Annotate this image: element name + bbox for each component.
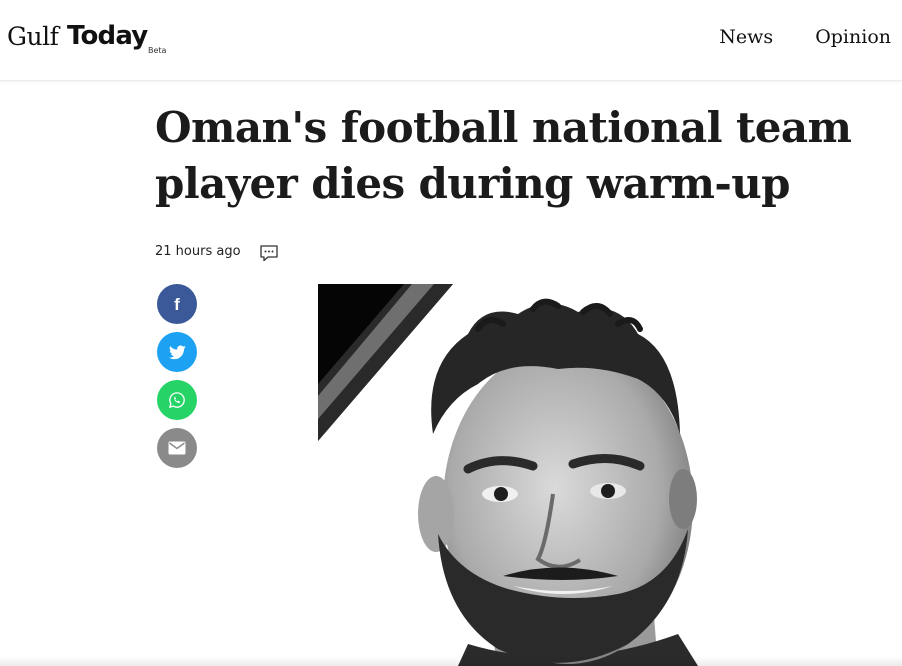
comment-icon[interactable] (259, 243, 279, 263)
email-icon (168, 441, 186, 455)
twitter-share-button[interactable] (157, 332, 197, 372)
whatsapp-share-button[interactable] (157, 380, 197, 420)
share-bar: f (157, 284, 197, 476)
site-header: Gulf Today Beta News Opinion (0, 0, 902, 81)
whatsapp-icon (168, 392, 185, 409)
article-timestamp: 21 hours ago (155, 244, 241, 259)
article-image[interactable] (318, 284, 902, 666)
main-nav: News Opinion (719, 26, 891, 48)
logo-text-today: Today (67, 21, 148, 51)
article-title: Oman's football national team player die… (155, 103, 852, 208)
nav-link-news[interactable]: News (719, 26, 773, 48)
logo-beta-badge: Beta (148, 46, 167, 55)
bottom-fade (0, 656, 902, 666)
logo-text-gulf: Gulf (7, 22, 59, 51)
twitter-icon (168, 344, 186, 359)
facebook-icon: f (174, 294, 180, 314)
player-photo (318, 284, 698, 666)
email-share-button[interactable] (157, 428, 197, 468)
nav-link-opinion[interactable]: Opinion (815, 26, 891, 48)
facebook-share-button[interactable]: f (157, 284, 197, 324)
